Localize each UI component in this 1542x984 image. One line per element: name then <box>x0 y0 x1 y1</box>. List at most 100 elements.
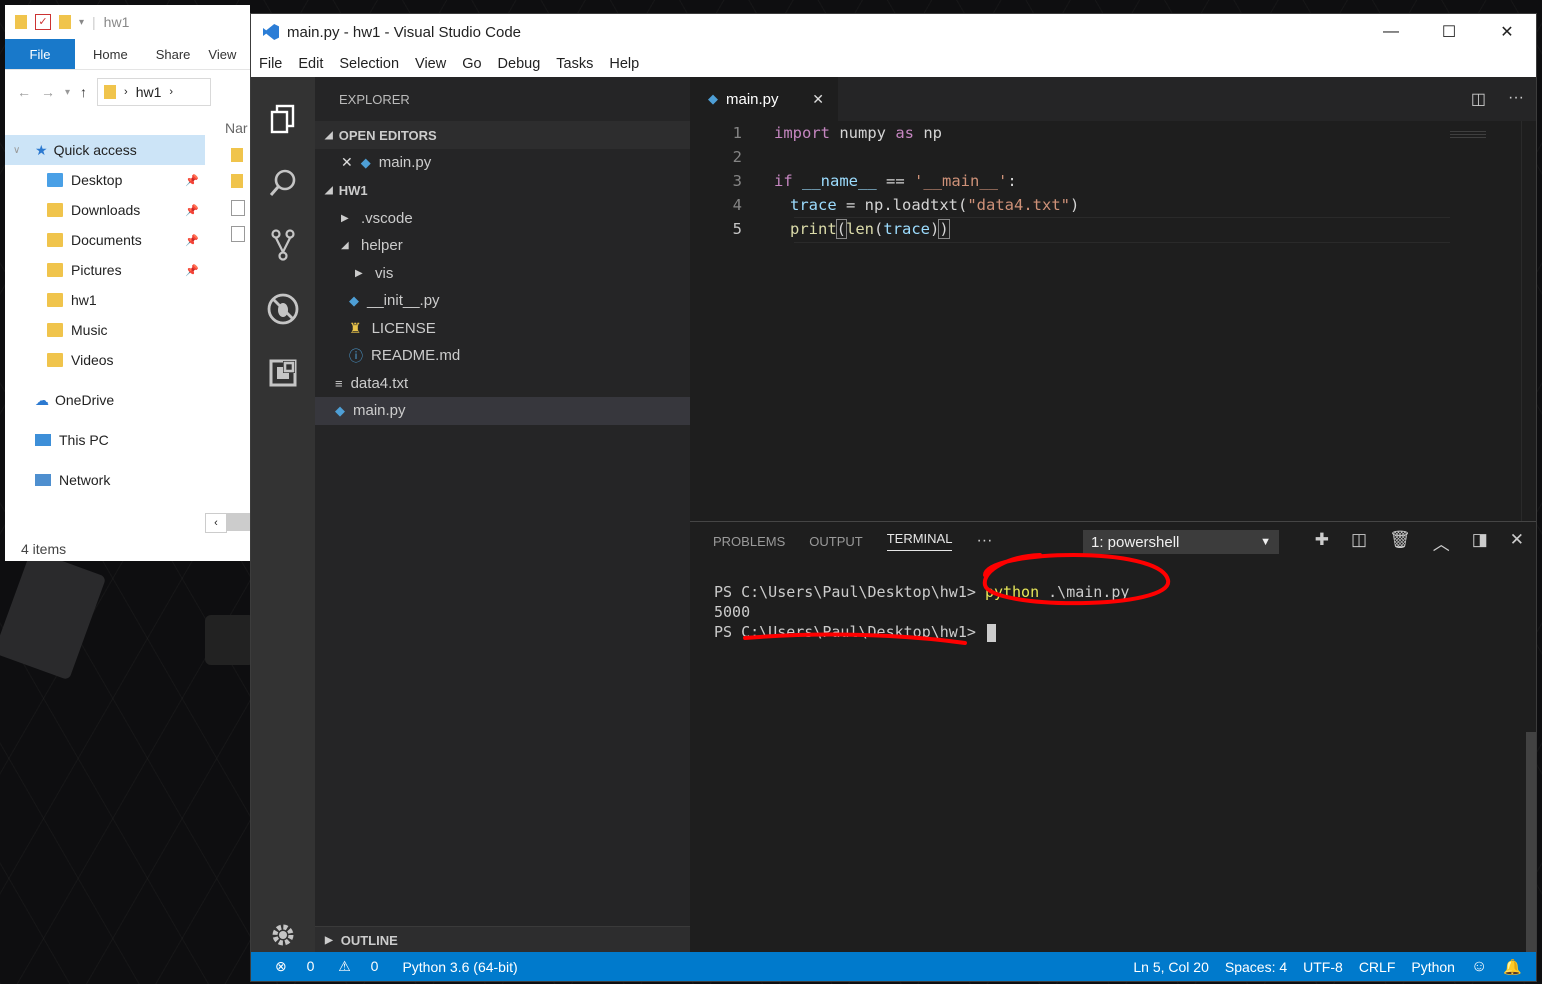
nav-item-music[interactable]: Music <box>5 315 205 345</box>
menu-help[interactable]: Help <box>601 56 647 72</box>
back-arrow-icon[interactable]: ← <box>17 84 31 100</box>
menu-selection[interactable]: Selection <box>331 56 407 72</box>
minimize-button[interactable]: — <box>1362 14 1420 50</box>
folder-icon[interactable] <box>231 148 243 162</box>
tree-item-init-py[interactable]: ◆ __init__.py <box>315 287 690 315</box>
code-line[interactable]: 5 print(len(trace)) <box>690 217 950 241</box>
split-editor-icon[interactable]: ◫ <box>1471 89 1486 109</box>
code-line[interactable]: 1 import numpy as np <box>690 121 942 145</box>
text-file-icon[interactable] <box>231 200 245 216</box>
code-editor[interactable]: 1 import numpy as np 2 3 if __name__ == … <box>690 121 1536 521</box>
nav-item-hw1[interactable]: hw1 <box>5 285 205 315</box>
nav-item-onedrive[interactable]: ☁ OneDrive <box>5 385 205 415</box>
folder-icon[interactable] <box>59 15 71 29</box>
nav-item-network[interactable]: Network <box>5 465 205 495</box>
code-line[interactable]: 3 if __name__ == '__main__': <box>690 169 1017 193</box>
vscode-window[interactable]: main.py - hw1 - Visual Studio Code — ☐ ✕… <box>250 13 1537 982</box>
code-line[interactable]: 2 <box>690 145 774 169</box>
source-control-icon[interactable] <box>263 225 303 265</box>
chevron-up-icon[interactable]: ︿ <box>1433 530 1450 555</box>
tree-item-vis[interactable]: ▶ vis <box>315 260 690 288</box>
menu-tasks[interactable]: Tasks <box>548 56 601 72</box>
file-explorer-window[interactable]: ✓ ▾ | hw1 File Home Share View ← → ▾ ↑ ›… <box>5 5 250 561</box>
gear-icon[interactable] <box>263 915 303 955</box>
scroll-left-button[interactable]: ‹ <box>205 513 227 533</box>
menu-go[interactable]: Go <box>454 56 489 72</box>
language-status[interactable]: Python <box>1403 959 1463 975</box>
ribbon-tab-file[interactable]: File <box>5 39 75 69</box>
nav-item-this-pc[interactable]: This PC <box>5 425 205 455</box>
code-line[interactable]: 4 trace = np.loadtxt("data4.txt") <box>690 193 1080 217</box>
terminal-scrollbar[interactable] <box>1526 732 1536 952</box>
indentation-status[interactable]: Spaces: 4 <box>1217 959 1295 975</box>
chevron-down-icon[interactable]: ∨ <box>13 145 35 156</box>
minimap[interactable] <box>1450 131 1486 139</box>
problems-status[interactable]: ⊗ 0 ⚠ 0 <box>251 958 394 975</box>
folder-icon[interactable] <box>231 174 243 188</box>
ribbon-tab-home[interactable]: Home <box>75 39 146 69</box>
nav-item-documents[interactable]: Documents 📌 <box>5 225 205 255</box>
hw1-folder-section[interactable]: ◢ HW1 <box>315 176 690 205</box>
close-window-button[interactable]: ✕ <box>1478 14 1536 50</box>
ribbon-tab-view[interactable]: View <box>200 39 244 69</box>
tab-output[interactable]: OUTPUT <box>809 534 862 549</box>
nav-item-desktop[interactable]: Desktop 📌 <box>5 165 205 195</box>
pin-icon[interactable]: 📌 <box>185 204 199 217</box>
editor-scrollbar[interactable] <box>1521 121 1536 521</box>
smiley-feedback-icon[interactable]: ☺ <box>1463 958 1495 976</box>
address-bar[interactable]: › hw1 › <box>97 78 212 106</box>
extensions-icon[interactable] <box>263 353 303 393</box>
chevron-down-icon[interactable]: ▾ <box>65 87 70 98</box>
debug-icon[interactable] <box>263 289 303 329</box>
chevron-down-icon[interactable]: ▾ <box>79 17 84 28</box>
tab-terminal[interactable]: TERMINAL <box>886 531 953 551</box>
outline-section[interactable]: ▶ OUTLINE <box>315 926 690 954</box>
trash-icon[interactable]: 🗑 <box>1389 530 1411 555</box>
interpreter-status[interactable]: Python 3.6 (64-bit) <box>394 959 525 975</box>
more-icon[interactable]: ··· <box>976 532 992 550</box>
split-terminal-icon[interactable]: ◫ <box>1351 530 1367 555</box>
pin-icon[interactable]: 📌 <box>185 174 199 187</box>
eol-status[interactable]: CRLF <box>1351 959 1404 975</box>
nav-item-quick-access[interactable]: ∨ ★ Quick access <box>5 135 205 165</box>
checklist-icon[interactable]: ✓ <box>35 14 51 30</box>
nav-item-downloads[interactable]: Downloads 📌 <box>5 195 205 225</box>
open-editors-section[interactable]: ◢ OPEN EDITORS <box>315 121 690 149</box>
toggle-panel-icon[interactable]: ◨ <box>1472 530 1488 555</box>
up-arrow-icon[interactable]: ↑ <box>80 84 87 100</box>
search-icon[interactable] <box>263 163 303 203</box>
open-editor-main-py[interactable]: ✕ ◆ main.py <box>315 149 690 177</box>
menu-view[interactable]: View <box>407 56 454 72</box>
nav-item-pictures[interactable]: Pictures 📌 <box>5 255 205 285</box>
tab-main-py[interactable]: ◆ main.py ✕ <box>690 77 838 121</box>
tab-problems[interactable]: PROBLEMS <box>713 534 785 549</box>
cursor-position[interactable]: Ln 5, Col 20 <box>1125 959 1217 975</box>
pin-icon[interactable]: 📌 <box>185 234 199 247</box>
explorer-files-icon[interactable] <box>263 99 303 139</box>
pin-icon[interactable]: 📌 <box>185 264 199 277</box>
close-icon[interactable]: ✕ <box>812 91 824 108</box>
tree-item-helper[interactable]: ◢ helper <box>315 232 690 260</box>
more-actions-icon[interactable]: ··· <box>1508 89 1524 109</box>
tree-item-readme[interactable]: ⓘ README.md <box>315 342 690 370</box>
chevron-right-icon[interactable]: › <box>169 86 173 98</box>
tree-item-vscode[interactable]: ▶ .vscode <box>315 205 690 233</box>
bell-icon[interactable]: 🔔 <box>1495 958 1536 976</box>
menu-edit[interactable]: Edit <box>290 56 331 72</box>
close-icon[interactable]: ✕ <box>341 154 353 171</box>
column-header-name[interactable]: Nar <box>225 120 248 136</box>
plus-icon[interactable]: ✚ <box>1315 530 1329 555</box>
nav-item-videos[interactable]: Videos <box>5 345 205 375</box>
maximize-button[interactable]: ☐ <box>1420 14 1478 50</box>
horizontal-scrollbar[interactable] <box>227 513 250 531</box>
encoding-status[interactable]: UTF-8 <box>1295 959 1351 975</box>
ribbon-tab-share[interactable]: Share <box>146 39 201 69</box>
python-file-icon[interactable] <box>231 226 245 242</box>
menu-debug[interactable]: Debug <box>490 56 549 72</box>
terminal-output[interactable]: PS C:\Users\Paul\Desktop\hw1> python .\m… <box>714 582 1129 642</box>
tree-item-main-py[interactable]: ◆ main.py <box>315 397 690 425</box>
tree-item-license[interactable]: ♜ LICENSE <box>315 315 690 343</box>
close-icon[interactable]: ✕ <box>1510 530 1524 555</box>
menu-file[interactable]: File <box>251 56 290 72</box>
tree-item-data4-txt[interactable]: ≡ data4.txt <box>315 370 690 398</box>
